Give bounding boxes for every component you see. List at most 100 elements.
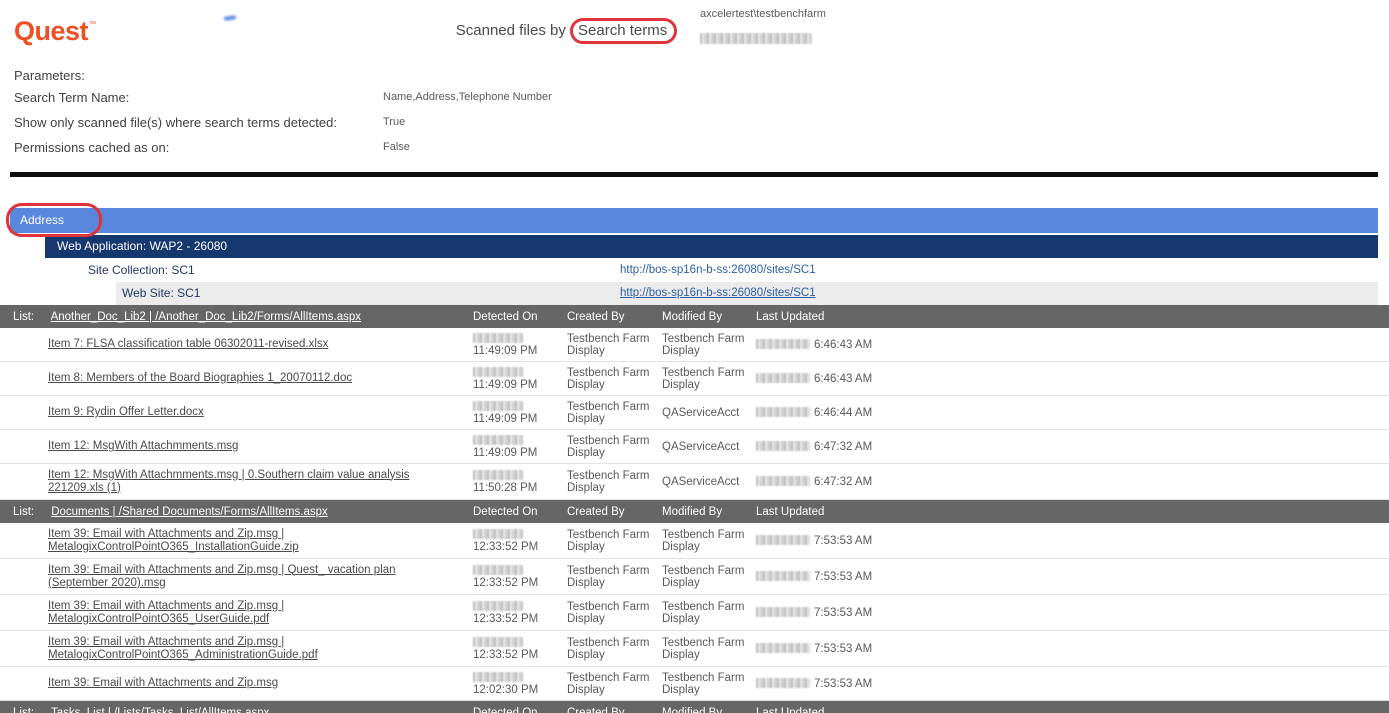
web-site-row: Web Site: SC1 http://bos-sp16n-b-ss:2608…: [116, 282, 1378, 305]
column-header-created-by: Created By: [567, 501, 662, 523]
column-header-last-updated: Last Updated: [756, 702, 1389, 713]
redacted-date: [756, 643, 810, 653]
web-site-label: Web Site: SC1: [122, 286, 200, 300]
detected-on-cell: 11:49:09 PM: [473, 328, 567, 361]
column-header-created-by: Created By: [567, 306, 662, 328]
item-link[interactable]: Item 8: Members of the Board Biographies…: [48, 372, 352, 384]
redacted-date: [756, 476, 810, 486]
table-row: Item 8: Members of the Board Biographies…: [0, 362, 1389, 396]
last-updated-cell: 6:47:32 AM: [756, 436, 1389, 457]
table-row: Item 39: Email with Attachments and Zip.…: [0, 595, 1389, 631]
item-link[interactable]: Item 39: Email with Attachments and Zip.…: [48, 564, 396, 589]
detected-on-cell: 12:33:52 PM: [473, 560, 567, 593]
created-by-cell: Testbench Farm Display: [567, 362, 662, 395]
table-row: Item 7: FLSA classification table 063020…: [0, 328, 1389, 362]
section-divider: [10, 172, 1378, 177]
header-meta: axcelertest\testbenchfarm: [700, 8, 826, 44]
list-header-row: List: Documents | /Shared Documents/Form…: [0, 500, 1389, 523]
list-section: List: Tasks_List | /Lists/Tasks_List/All…: [0, 701, 1389, 713]
detected-on-cell: 11:49:09 PM: [473, 396, 567, 429]
item-link[interactable]: Item 39: Email with Attachments and Zip.…: [48, 636, 318, 661]
table-row: Item 12: MsgWith Attachmments.msg 11:49:…: [0, 430, 1389, 464]
column-header-last-updated: Last Updated: [756, 306, 1389, 328]
list-link[interactable]: Documents | /Shared Documents/Forms/AllI…: [51, 506, 328, 518]
detected-time: 12:02:30 PM: [473, 684, 538, 696]
modified-by-cell: Testbench Farm Display: [662, 328, 756, 361]
last-updated-cell: 7:53:53 AM: [756, 602, 1389, 623]
detected-time: 12:33:52 PM: [473, 613, 538, 625]
last-updated-cell: 6:46:43 AM: [756, 368, 1389, 389]
updated-time: 7:53:53 AM: [814, 571, 872, 583]
created-by-cell: Testbench Farm Display: [567, 632, 662, 665]
parameter-value: True: [383, 116, 405, 128]
item-link[interactable]: Item 7: FLSA classification table 063020…: [48, 338, 328, 350]
table-row: Item 39: Email with Attachments and Zip.…: [0, 523, 1389, 559]
item-link[interactable]: Item 39: Email with Attachments and Zip.…: [48, 600, 284, 625]
title-prefix: Scanned files by: [456, 22, 566, 39]
last-updated-cell: 6:46:44 AM: [756, 402, 1389, 423]
modified-by-cell: Testbench Farm Display: [662, 667, 756, 700]
detected-time: 12:33:52 PM: [473, 577, 538, 589]
created-by-cell: Testbench Farm Display: [567, 667, 662, 700]
item-link[interactable]: Item 12: MsgWith Attachmments.msg | 0.So…: [48, 469, 410, 494]
parameter-value: False: [383, 141, 410, 153]
last-updated-cell: 7:53:53 AM: [756, 673, 1389, 694]
logo-artifact: [224, 15, 236, 21]
parameter-value: Name,Address,Telephone Number: [383, 91, 552, 103]
column-header-detected-on: Detected On: [473, 306, 567, 328]
table-row: Item 39: Email with Attachments and Zip.…: [0, 667, 1389, 701]
modified-by-cell: Testbench Farm Display: [662, 632, 756, 665]
web-site-url-link[interactable]: http://bos-sp16n-b-ss:26080/sites/SC1: [620, 282, 816, 305]
redacted-date: [756, 407, 810, 417]
last-updated-cell: 6:47:32 AM: [756, 471, 1389, 492]
redacted-date: [756, 441, 810, 451]
table-row: Item 39: Email with Attachments and Zip.…: [0, 631, 1389, 667]
item-link[interactable]: Item 39: Email with Attachments and Zip.…: [48, 528, 299, 553]
created-by-cell: Testbench Farm Display: [567, 596, 662, 629]
redacted-date: [473, 529, 523, 539]
redacted-timestamp: [700, 33, 812, 44]
list-header-row: List: Another_Doc_Lib2 | /Another_Doc_Li…: [0, 305, 1389, 328]
search-term-bar: Address: [10, 208, 1378, 233]
table-row: Item 12: MsgWith Attachmments.msg | 0.So…: [0, 464, 1389, 500]
parameters-section: Parameters: Search Term Name: Name,Addre…: [0, 68, 1389, 158]
created-by-cell: Testbench Farm Display: [567, 465, 662, 498]
redacted-date: [473, 470, 523, 480]
redacted-date: [473, 401, 523, 411]
item-link[interactable]: Item 12: MsgWith Attachmments.msg: [48, 440, 238, 452]
list-section: List: Another_Doc_Lib2 | /Another_Doc_Li…: [0, 305, 1389, 500]
item-link[interactable]: Item 39: Email with Attachments and Zip.…: [48, 677, 278, 689]
web-application-bar: Web Application: WAP2 - 26080: [45, 235, 1378, 258]
parameter-row: Show only scanned file(s) where search t…: [14, 114, 1389, 133]
column-header-modified-by: Modified By: [662, 306, 756, 328]
parameter-label: Show only scanned file(s) where search t…: [14, 115, 337, 130]
site-collection-row: Site Collection: SC1 http://bos-sp16n-b-…: [0, 258, 1389, 282]
created-by-cell: Testbench Farm Display: [567, 396, 662, 429]
redacted-date: [473, 435, 523, 445]
report-body: Address Web Application: WAP2 - 26080 Si…: [0, 208, 1389, 713]
column-header-modified-by: Modified By: [662, 501, 756, 523]
report-header: Quest™ Scanned files by Search terms axc…: [0, 0, 1389, 60]
detected-on-cell: 12:33:52 PM: [473, 632, 567, 665]
detected-on-cell: 11:50:28 PM: [473, 465, 567, 498]
updated-time: 6:47:32 AM: [814, 476, 872, 488]
modified-by-cell: QAServiceAcct: [662, 402, 756, 423]
updated-time: 6:46:43 AM: [814, 373, 872, 385]
redacted-date: [756, 373, 810, 383]
site-collection-url-link[interactable]: http://bos-sp16n-b-ss:26080/sites/SC1: [620, 258, 816, 282]
list-link[interactable]: Another_Doc_Lib2 | /Another_Doc_Lib2/For…: [51, 311, 361, 323]
created-by-cell: Testbench Farm Display: [567, 328, 662, 361]
created-by-cell: Testbench Farm Display: [567, 524, 662, 557]
redacted-date: [473, 601, 523, 611]
detected-time: 11:49:09 PM: [473, 345, 537, 357]
search-term-label: Address: [20, 213, 64, 227]
detected-time: 12:33:52 PM: [473, 541, 538, 553]
list-link[interactable]: Tasks_List | /Lists/Tasks_List/AllItems.…: [51, 707, 269, 713]
list-section: List: Documents | /Shared Documents/Form…: [0, 500, 1389, 701]
detected-time: 11:49:09 PM: [473, 413, 537, 425]
redacted-date: [473, 367, 523, 377]
detected-time: 12:33:52 PM: [473, 649, 538, 661]
last-updated-cell: 7:53:53 AM: [756, 530, 1389, 551]
item-link[interactable]: Item 9: Rydin Offer Letter.docx: [48, 406, 204, 418]
modified-by-cell: Testbench Farm Display: [662, 560, 756, 593]
